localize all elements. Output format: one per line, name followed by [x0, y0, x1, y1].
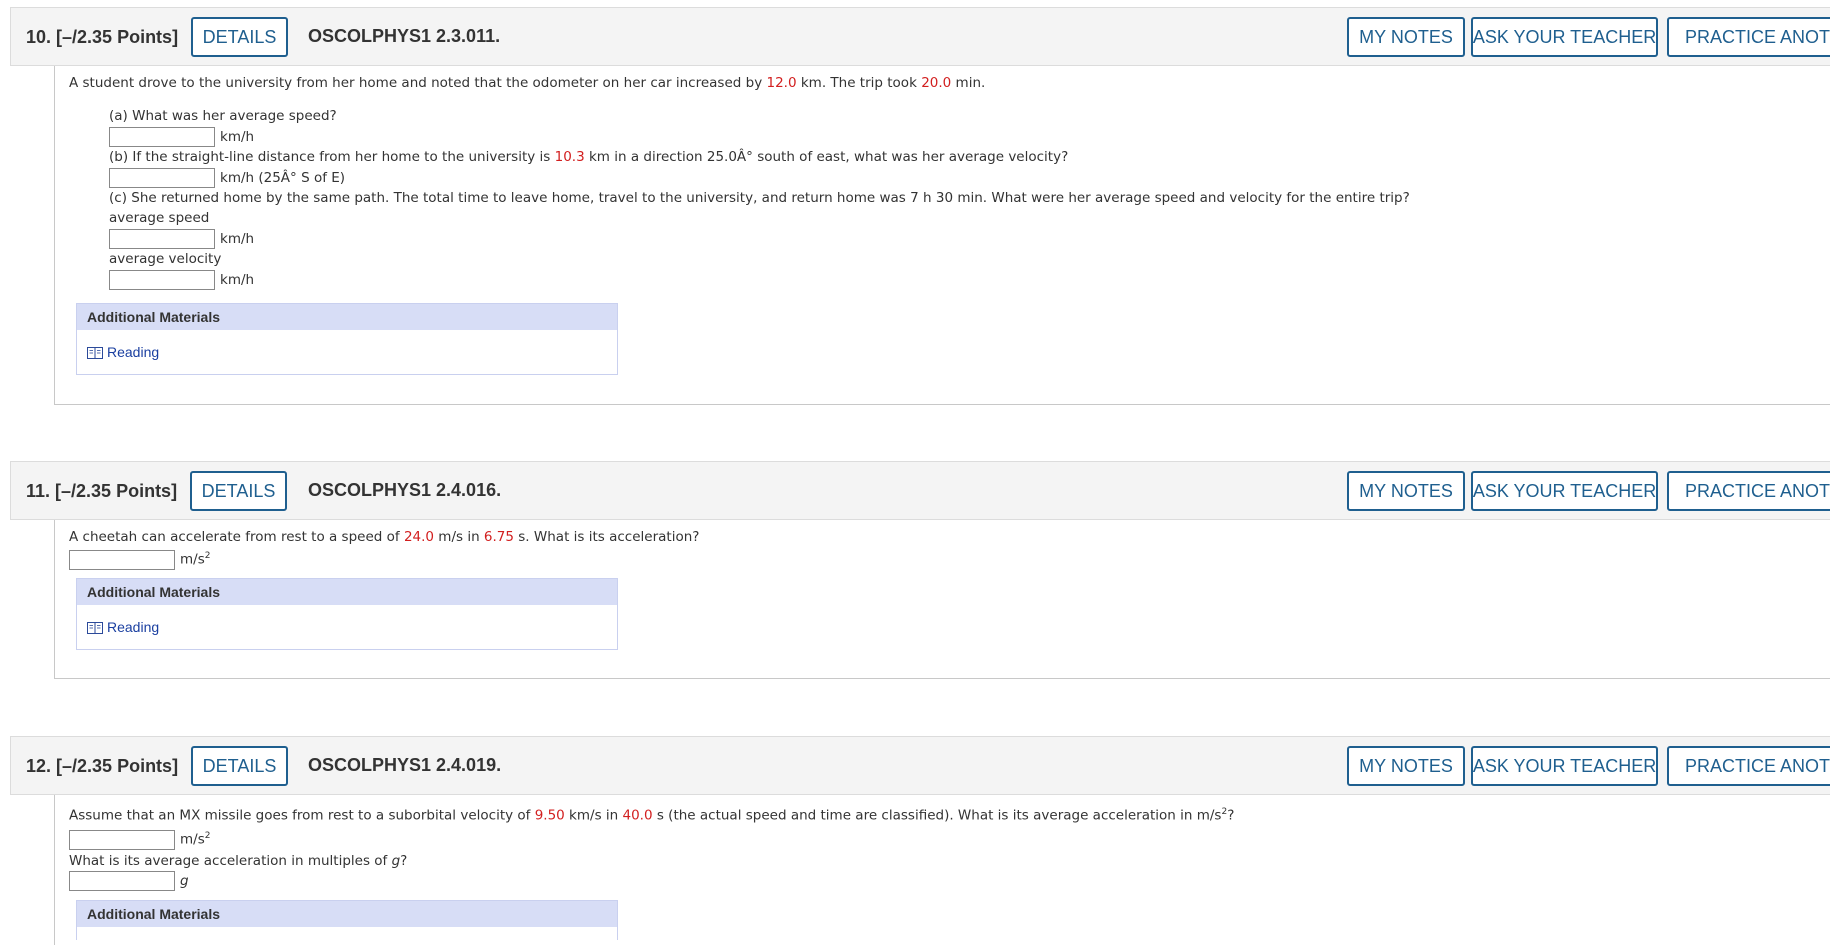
- question-number: 11. [–/2.35 Points]: [26, 481, 178, 501]
- average-velocity-input[interactable]: [109, 270, 215, 290]
- details-button[interactable]: DETAILS: [191, 17, 288, 57]
- book-icon: [87, 346, 103, 359]
- question-number: 12. [–/2.35 Points]: [26, 756, 179, 776]
- question-10-header: 10. [–/2.35 Points] DETAILS OSCOLPHYS1 2…: [10, 7, 1830, 66]
- ask-teacher-button[interactable]: ASK YOUR TEACHER: [1471, 471, 1658, 511]
- additional-materials-panel: Additional Materials Reading: [76, 303, 618, 375]
- details-button[interactable]: DETAILS: [191, 746, 288, 786]
- acceleration-unit: m/s2: [180, 551, 211, 568]
- acceleration-answer-input[interactable]: [69, 550, 175, 570]
- reading-label: Reading: [107, 619, 160, 635]
- part-b-answer-input[interactable]: [109, 168, 215, 188]
- reading-link[interactable]: Reading: [87, 619, 159, 635]
- average-speed-label: average speed: [109, 210, 210, 226]
- question-code: OSCOLPHYS1 2.4.019.: [308, 755, 502, 775]
- average-velocity-unit: km/h: [220, 272, 255, 288]
- practice-another-button[interactable]: PRACTICE ANOTHER: [1667, 746, 1830, 786]
- ask-teacher-button[interactable]: ASK YOUR TEACHER: [1471, 17, 1658, 57]
- practice-another-button[interactable]: PRACTICE ANOTHER: [1667, 17, 1830, 57]
- reading-link[interactable]: Reading: [87, 344, 159, 360]
- part-a-question: (a) What was her average speed?: [109, 108, 337, 124]
- question-11-header: 11. [–/2.35 Points] DETAILS OSCOLPHYS1 2…: [10, 461, 1830, 520]
- question-number: 10. [–/2.35 Points]: [26, 27, 179, 47]
- acceleration-answer-input[interactable]: [69, 830, 175, 850]
- part-b-unit: km/h (25Â° S of E): [220, 170, 346, 186]
- book-icon: [87, 621, 103, 634]
- question-text: A cheetah can accelerate from rest to a …: [69, 529, 700, 545]
- question-11-body: A cheetah can accelerate from rest to a …: [54, 520, 1830, 679]
- my-notes-button[interactable]: MY NOTES: [1347, 471, 1465, 511]
- average-speed-input[interactable]: [109, 229, 215, 249]
- my-notes-button[interactable]: MY NOTES: [1347, 17, 1465, 57]
- part-a-answer-input[interactable]: [109, 127, 215, 147]
- question-10-body: A student drove to the university from h…: [54, 66, 1830, 405]
- acceleration-unit: m/s2: [180, 831, 211, 848]
- part-a-unit: km/h: [220, 129, 255, 145]
- multiples-of-g-input[interactable]: [69, 871, 175, 891]
- multiples-of-g-question: What is its average acceleration in mult…: [69, 853, 408, 869]
- additional-materials-panel: Additional Materials Reading: [76, 578, 618, 650]
- additional-materials-title: Additional Materials: [77, 304, 617, 330]
- question-text: Assume that an MX missile goes from rest…: [69, 807, 1235, 824]
- additional-materials-title: Additional Materials: [77, 579, 617, 605]
- average-speed-unit: km/h: [220, 231, 255, 247]
- practice-another-button[interactable]: PRACTICE ANOTHER: [1667, 471, 1830, 511]
- question-12-header: 12. [–/2.35 Points] DETAILS OSCOLPHYS1 2…: [10, 736, 1830, 795]
- my-notes-button[interactable]: MY NOTES: [1347, 746, 1465, 786]
- ask-teacher-button[interactable]: ASK YOUR TEACHER: [1471, 746, 1658, 786]
- question-text: A student drove to the university from h…: [69, 75, 986, 91]
- additional-materials-panel: Additional Materials: [76, 900, 618, 940]
- part-b-question: (b) If the straight-line distance from h…: [109, 149, 1069, 165]
- reading-label: Reading: [107, 344, 160, 360]
- details-button[interactable]: DETAILS: [190, 471, 287, 511]
- question-12-body: Assume that an MX missile goes from rest…: [54, 795, 1830, 945]
- question-code: OSCOLPHYS1 2.3.011.: [308, 26, 501, 46]
- average-velocity-label: average velocity: [109, 251, 222, 267]
- additional-materials-title: Additional Materials: [77, 901, 617, 927]
- question-code: OSCOLPHYS1 2.4.016.: [308, 480, 502, 500]
- g-unit: g: [180, 873, 189, 889]
- part-c-question: (c) She returned home by the same path. …: [109, 190, 1410, 206]
